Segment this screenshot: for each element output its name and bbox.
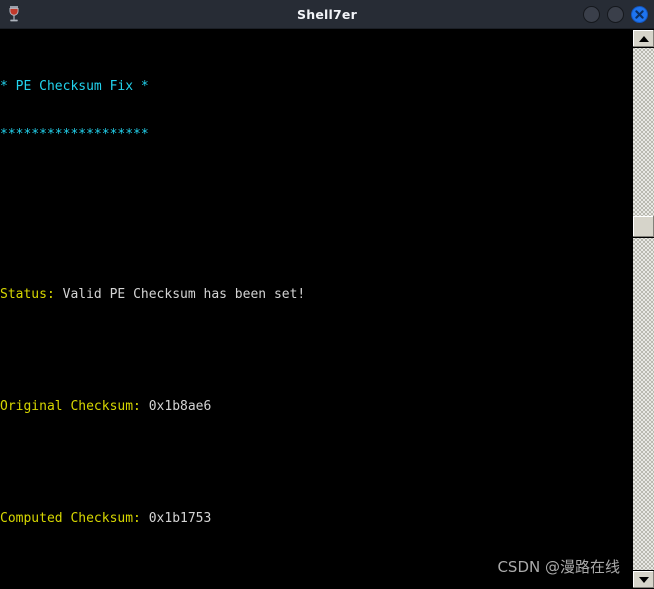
window-controls [583,5,648,23]
scroll-up-icon [638,35,649,42]
window-body: * PE Checksum Fix * ******************* … [0,29,654,589]
close-icon [635,9,644,19]
minimize-button[interactable] [583,5,600,23]
terminal-output-area[interactable]: * PE Checksum Fix * ******************* … [0,29,632,589]
status-label: Status: [0,287,55,302]
status-value: Valid PE Checksum has been set! [54,287,306,302]
close-button[interactable] [631,5,648,23]
original-checksum-line: Original Checksum: 0x1b8ae6 [0,399,632,415]
scrollbar-track[interactable] [633,48,654,570]
maximize-button[interactable] [607,5,624,23]
vertical-scrollbar[interactable] [632,29,654,589]
original-checksum-label: Original Checksum: [0,399,141,414]
computed-checksum-line: Computed Checksum: 0x1b1753 [0,511,632,527]
console-text: * PE Checksum Fix * ******************* … [0,29,632,589]
scroll-down-icon [638,576,649,583]
scroll-up-button[interactable] [633,29,654,48]
wine-glass-icon [0,0,28,28]
title-bar[interactable]: Shell7er [0,0,654,29]
computed-checksum-value: 0x1b1753 [140,511,212,526]
scrollbar-thumb[interactable] [633,216,654,238]
original-checksum-value: 0x1b8ae6 [140,399,212,414]
pe-header-rule: ******************* [0,127,149,142]
status-line: Status: Valid PE Checksum has been set! [0,287,632,303]
computed-checksum-label: Computed Checksum: [0,511,141,526]
scroll-down-button[interactable] [633,570,654,589]
window-title: Shell7er [297,6,357,22]
shell7er-window: Shell7er * PE Checksum Fix * ***********… [0,0,654,589]
pe-header-title: * PE Checksum Fix * [0,79,149,94]
